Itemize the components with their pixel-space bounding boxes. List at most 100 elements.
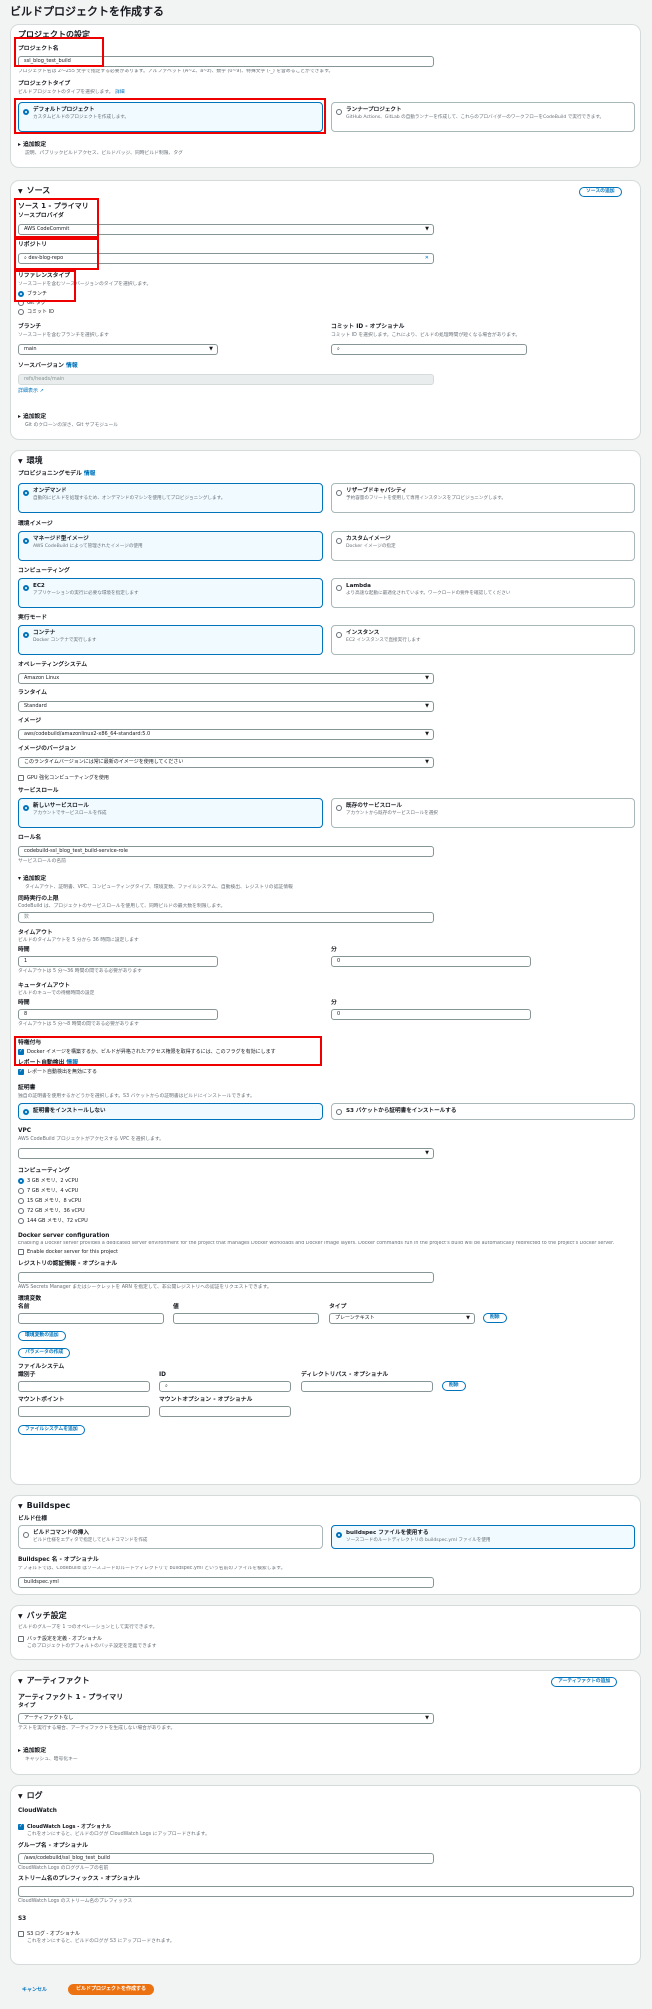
report-info-link[interactable]: 情報 [66, 1060, 78, 1066]
env-var-remove-button[interactable]: 削除 [483, 1313, 507, 1323]
tile-lambda[interactable]: Lambda より高速な起動に最適化されています。ワークロードの要件を確認してくだ… [331, 578, 635, 608]
tile-s3-certificate[interactable]: S3 バケットから証明書をインストールする [331, 1103, 635, 1120]
tile-custom-image[interactable]: カスタムイメージ Docker イメージの指定 [331, 531, 635, 561]
docker-server-checkbox[interactable] [18, 1249, 24, 1255]
radio-insert-commands[interactable] [23, 1532, 29, 1538]
privileged-checkbox[interactable] [18, 1048, 24, 1055]
fs-mount-input[interactable] [18, 1406, 150, 1417]
radio-s3-certificate[interactable] [336, 1109, 342, 1115]
tile-no-certificate[interactable]: 証明書をインストールしない [18, 1103, 323, 1120]
project-name-input[interactable]: ssl_blog_test_build [18, 56, 434, 67]
env-vars-label: 環境変数 [18, 1296, 42, 1302]
env-var-type-select[interactable]: プレーンテキスト [329, 1313, 475, 1324]
radio-ec2[interactable] [23, 585, 29, 591]
compute-72gb-label: 72 GB メモリ、36 vCPU [27, 1208, 85, 1214]
provisioning-info-link[interactable]: 情報 [84, 471, 96, 477]
source-provider-select[interactable]: AWS CodeCommit [18, 224, 434, 235]
tile-instance[interactable]: インスタンス EC2 インスタンスで直接実行します [331, 625, 635, 655]
radio-compute-7gb[interactable] [18, 1188, 24, 1194]
radio-compute-144gb[interactable] [18, 1218, 24, 1224]
env-additional-toggle[interactable]: ▾ 追加設定 [18, 876, 46, 884]
vpc-select[interactable] [18, 1148, 434, 1159]
tile-existing-service-role[interactable]: 既存のサービスロール アカウントから既存のサービスロールを選択 [331, 798, 635, 828]
os-select[interactable]: Amazon Linux [18, 673, 434, 684]
queue-minutes-input[interactable]: 0 [331, 1009, 531, 1020]
cancel-button[interactable]: キャンセル [22, 1987, 47, 1994]
role-name-input[interactable]: codebuild-ssl_blog_test_build-service-ro… [18, 846, 434, 857]
fs-identifier-input[interactable] [18, 1381, 150, 1392]
tile-on-demand[interactable]: オンデマンド 自動的にビルドを処理するため、オンデマンドのマシンを使用してプロビジ… [18, 483, 323, 513]
config-additional-toggle[interactable]: ▸ 追加設定 [18, 142, 46, 150]
log-group-input[interactable]: /aws/codebuild/ssl_blog_test_build [18, 1853, 434, 1864]
add-source-button[interactable]: ソースの追加 [579, 187, 622, 197]
radio-on-demand[interactable] [23, 490, 29, 496]
tile-ec2[interactable]: EC2 アプリケーションの実行に必要な環境を指定します [18, 578, 323, 608]
create-project-button[interactable]: ビルドプロジェクトを作成する [68, 1984, 155, 1995]
tile-runner-project[interactable]: ランナープロジェクト GitHub Actions、GitLab の自動ランナーを… [331, 102, 635, 132]
repository-select[interactable]: ⌕ dev-blog-repo ✕ [18, 253, 434, 264]
radio-branch[interactable] [18, 291, 24, 297]
commit-id-input[interactable]: ⌕ [331, 344, 527, 355]
env-var-name-input[interactable] [18, 1313, 164, 1324]
radio-custom-image[interactable] [336, 538, 342, 544]
cloudwatch-checkbox[interactable] [18, 1823, 24, 1830]
image-version-select[interactable]: このランタイムバージョンには常に最新のイメージを使用してください [18, 757, 434, 768]
fs-mount-options-input[interactable] [159, 1406, 291, 1417]
tile-reserved-capacity[interactable]: リザーブドキャパシティ 予約容量のフリートを使用して専用インスタンスをプロビジョニ… [331, 483, 635, 513]
radio-default-project[interactable] [23, 109, 29, 115]
radio-commit-id[interactable] [18, 309, 24, 315]
buildspec-name-input[interactable]: buildspec.yml [18, 1577, 434, 1588]
image-select[interactable]: aws/codebuild/amazonlinux2-x86_64-standa… [18, 729, 434, 740]
radio-instance[interactable] [336, 632, 342, 638]
add-env-var-button[interactable]: 環境変数の追加 [18, 1331, 66, 1341]
gpu-checkbox[interactable] [18, 775, 24, 781]
create-parameter-button[interactable]: パラメータの作成 [18, 1348, 71, 1358]
report-autodiscover-label: レポート自動検出 情報 [18, 1060, 79, 1066]
radio-git-tag[interactable] [18, 300, 24, 306]
tile-container[interactable]: コンテナ Docker コンテナで実行します [18, 625, 323, 655]
project-type-info-link[interactable]: 詳細 [115, 90, 125, 95]
add-file-system-button[interactable]: ファイルシステムを追加 [18, 1425, 85, 1435]
source-version-info-link[interactable]: 情報 [66, 363, 78, 369]
source-additional-toggle[interactable]: ▸ 追加設定 [18, 414, 46, 422]
runtime-select[interactable]: Standard [18, 701, 434, 712]
source-version-detail-link[interactable]: 詳細表示 ↗ [18, 388, 44, 395]
timeout-hours-input[interactable]: 1 [18, 956, 218, 967]
close-icon[interactable]: ✕ [425, 254, 429, 263]
source-panel: ▼ ソース ソースの追加 ソース 1 - プライマリ ソースプロバイダ AWS C… [10, 180, 641, 440]
add-artifact-button[interactable]: アーティファクトの追加 [551, 1677, 618, 1687]
queue-hours-input[interactable]: 8 [18, 1009, 218, 1020]
s3-logs-checkbox[interactable] [18, 1931, 24, 1937]
fs-id-input[interactable]: ⌕ [159, 1381, 291, 1392]
radio-no-certificate[interactable] [23, 1109, 29, 1115]
radio-container[interactable] [23, 632, 29, 638]
branch-select[interactable]: main [18, 344, 218, 355]
stream-prefix-input[interactable] [18, 1886, 634, 1897]
radio-reserved-capacity[interactable] [336, 490, 342, 496]
radio-runner-project[interactable] [336, 109, 342, 115]
radio-existing-service-role[interactable] [336, 805, 342, 811]
os-label: オペレーティングシステム [18, 662, 88, 668]
env-var-value-input[interactable] [173, 1313, 319, 1324]
radio-new-service-role[interactable] [23, 805, 29, 811]
fs-remove-button[interactable]: 削除 [442, 1381, 466, 1391]
registry-credential-input[interactable] [18, 1272, 434, 1283]
artifact-type-select[interactable]: アーティファクトなし [18, 1713, 434, 1724]
radio-lambda[interactable] [336, 585, 342, 591]
tile-default-project[interactable]: デフォルトプロジェクト カスタムビルドのプロジェクトを作成します。 [18, 102, 323, 132]
timeout-minutes-input[interactable]: 0 [331, 956, 531, 967]
report-autodiscover-checkbox[interactable] [18, 1068, 24, 1075]
radio-compute-15gb[interactable] [18, 1198, 24, 1204]
artifacts-additional-toggle[interactable]: ▸ 追加設定 [18, 1748, 46, 1756]
radio-use-buildspec[interactable] [336, 1532, 342, 1538]
concurrency-input[interactable]: 数 [18, 912, 434, 923]
radio-managed-image[interactable] [23, 538, 29, 544]
tile-managed-image[interactable]: マネージド型イメージ AWS CodeBuild によって管理されたイメージの使用 [18, 531, 323, 561]
tile-use-buildspec[interactable]: buildspec ファイルを使用する ソースコードのルートディレクトリの bui… [331, 1525, 635, 1549]
batch-checkbox[interactable] [18, 1636, 24, 1642]
fs-directory-input[interactable] [301, 1381, 433, 1392]
radio-compute-3gb[interactable] [18, 1178, 24, 1184]
tile-new-service-role[interactable]: 新しいサービスロール アカウントでサービスロールを作成 [18, 798, 323, 828]
radio-compute-72gb[interactable] [18, 1208, 24, 1214]
tile-insert-commands[interactable]: ビルドコマンドの挿入 ビルド仕様をエディタで指定してビルドコマンドを作成 [18, 1525, 323, 1549]
